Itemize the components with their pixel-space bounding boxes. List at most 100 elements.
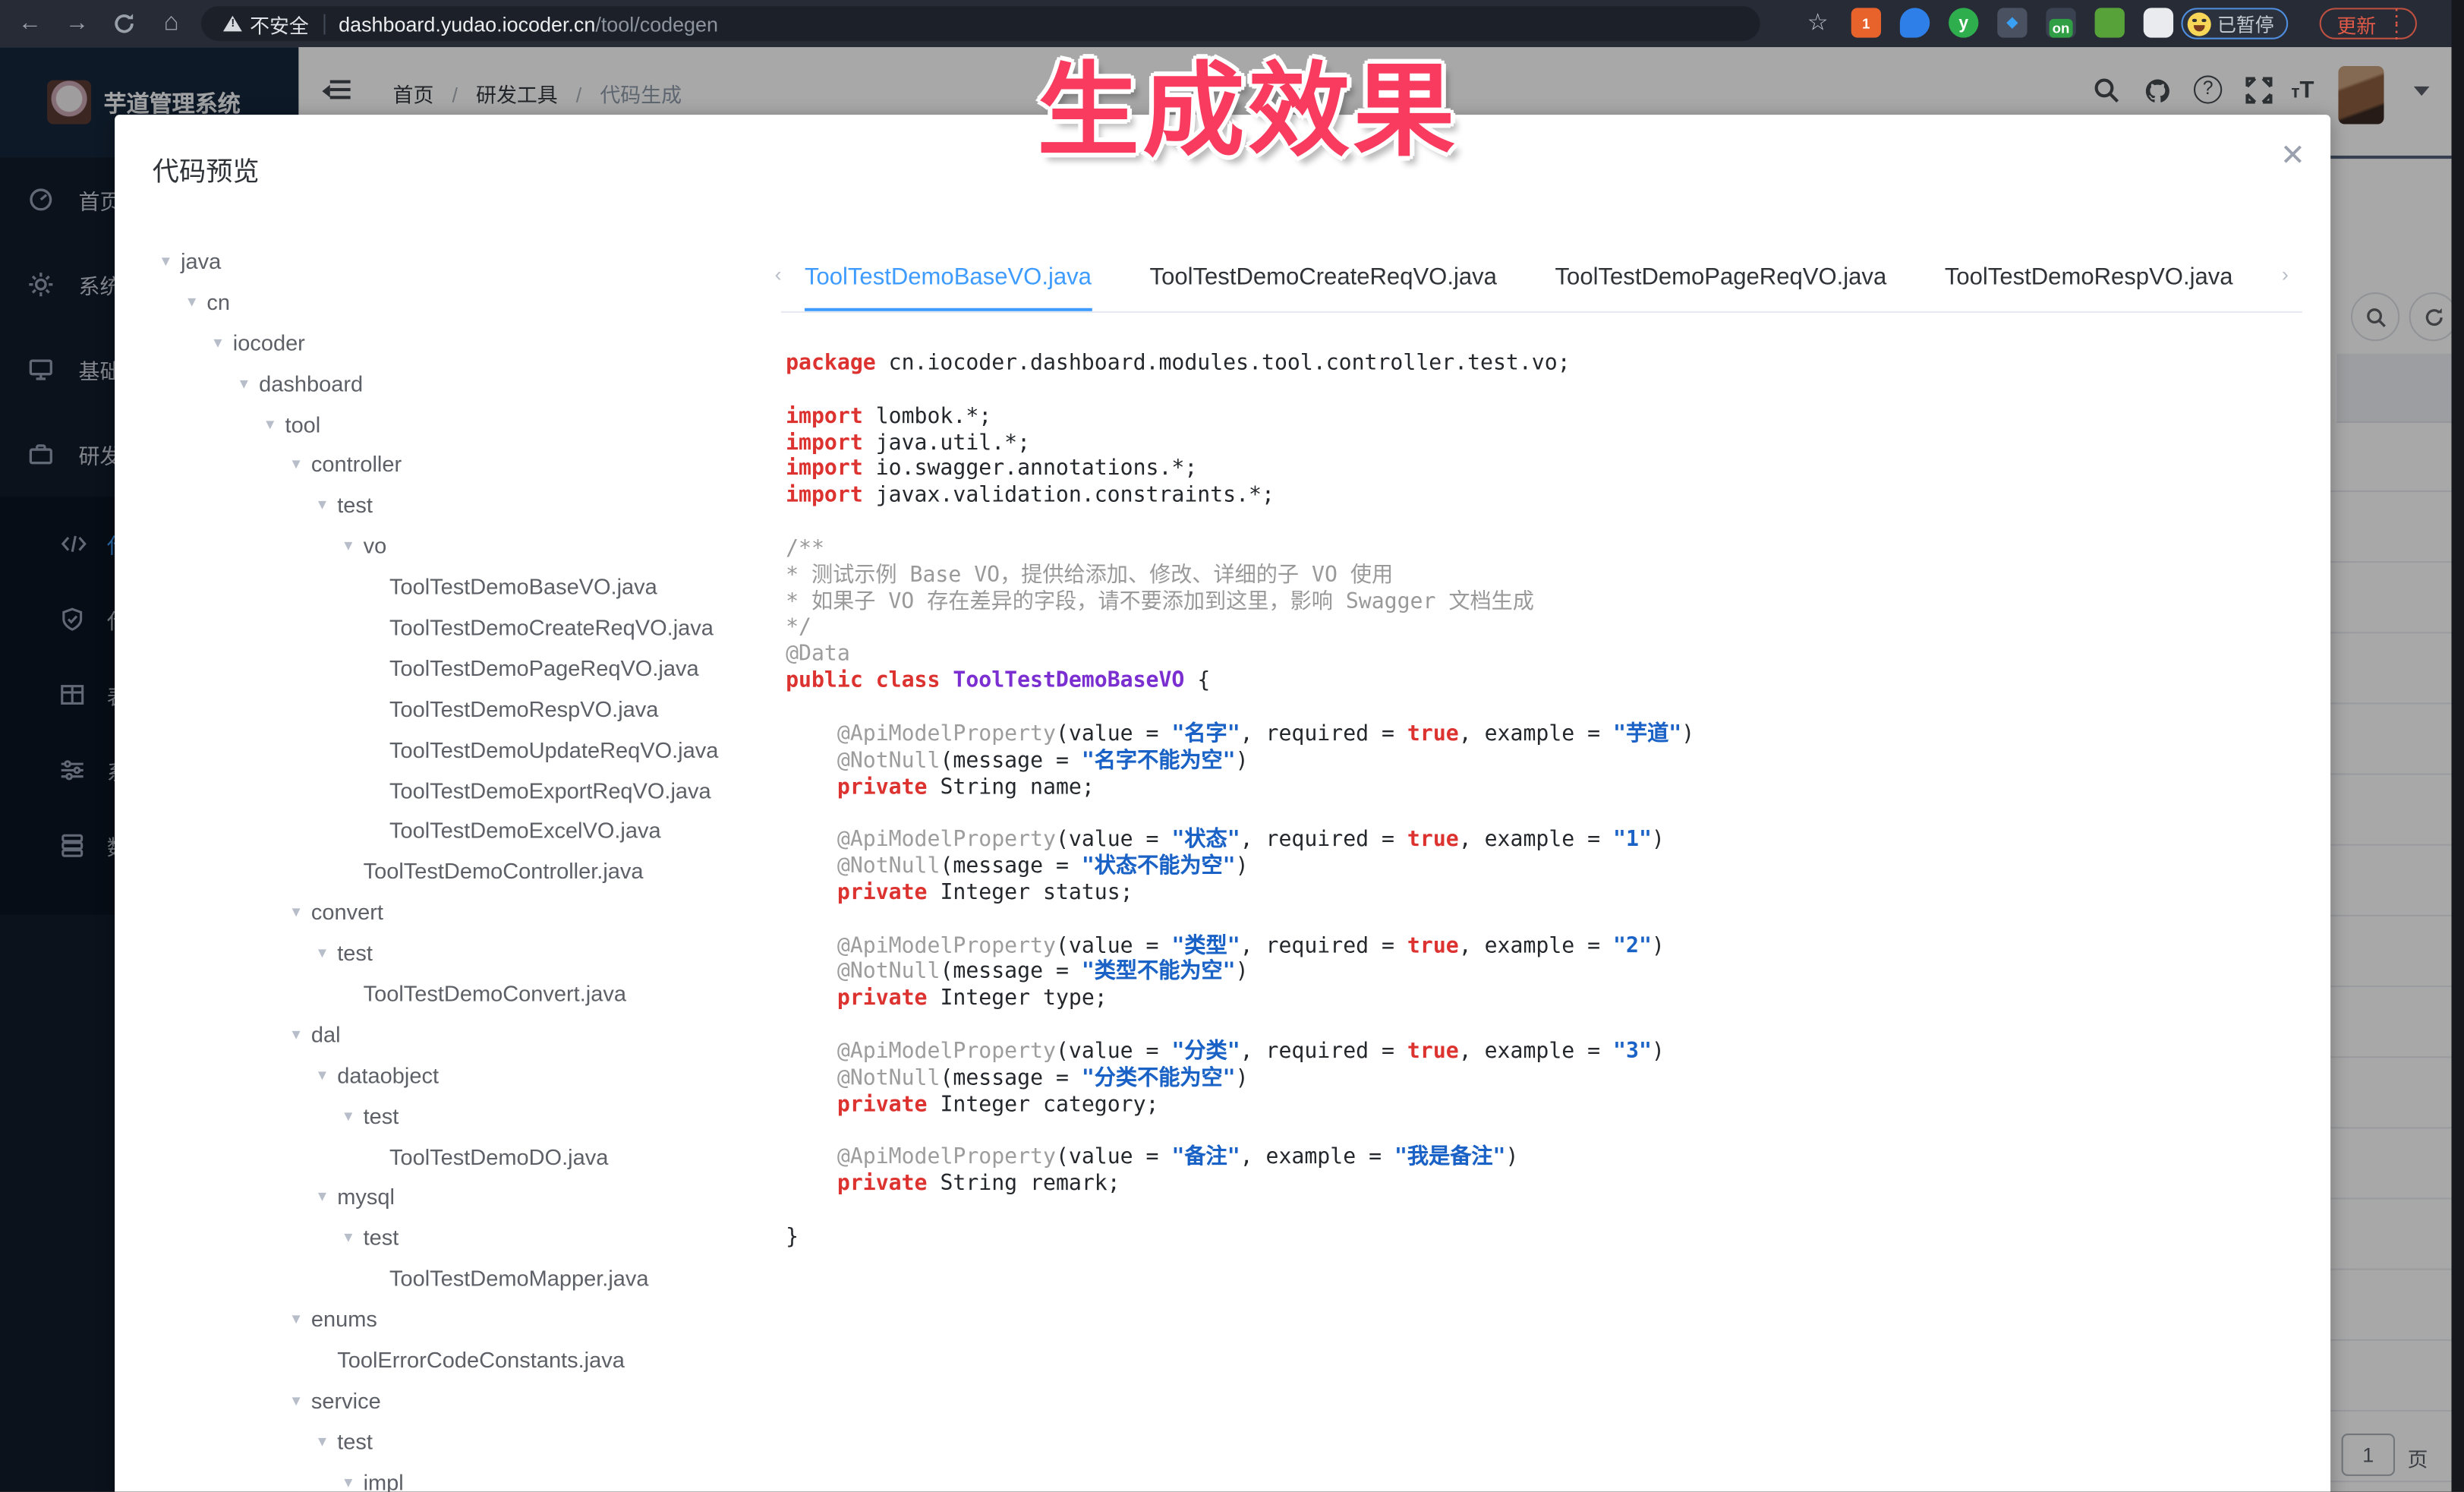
tree-folder-test[interactable]: ▼test <box>153 932 769 973</box>
caret-down-icon[interactable]: ▼ <box>289 1311 311 1327</box>
window-scrollbar[interactable] <box>2452 0 2464 1492</box>
code-line: private String remark; <box>786 1172 2302 1198</box>
caret-down-icon[interactable]: ▼ <box>211 334 233 350</box>
address-bar[interactable]: ! 不安全 dashboard.yudao.iocoder.cn/tool/co… <box>201 6 1760 41</box>
caret-down-icon[interactable]: ▼ <box>159 253 181 269</box>
tree-node-label: ToolTestDemoUpdateReqVO.java <box>389 737 718 762</box>
tabs-next-icon[interactable]: › <box>2282 263 2289 286</box>
tree-folder-dal[interactable]: ▼dal <box>153 1014 769 1055</box>
tree-node-label: convert <box>311 900 383 925</box>
tree-node-label: ToolTestDemoCreateReqVO.java <box>389 614 714 639</box>
code-line: @ApiModelProperty(value = "分类", required… <box>786 1039 2302 1065</box>
code-line: @Data <box>786 642 2302 668</box>
tree-folder-enums[interactable]: ▼enums <box>153 1298 769 1339</box>
tree-file-ToolTestDemoRespVO.java[interactable]: ToolTestDemoRespVO.java <box>153 688 769 729</box>
tree-node-label: ToolTestDemoBaseVO.java <box>389 574 657 599</box>
caret-down-icon[interactable]: ▼ <box>315 1067 337 1083</box>
not-secure-label[interactable]: 不安全 <box>250 8 309 38</box>
caret-down-icon[interactable]: ▼ <box>315 945 337 960</box>
tree-file-ToolTestDemoUpdateReqVO.java[interactable]: ToolTestDemoUpdateReqVO.java <box>153 729 769 770</box>
tree-node-label: test <box>337 940 373 965</box>
on-switch-extension-icon[interactable]: on <box>2046 8 2075 37</box>
tree-file-ToolTestDemoCreateReqVO.java[interactable]: ToolTestDemoCreateReqVO.java <box>153 607 769 648</box>
browser-home-icon[interactable]: ⌂ <box>154 0 189 47</box>
tree-folder-iocoder[interactable]: ▼iocoder <box>153 322 769 363</box>
tree-node-label: controller <box>311 452 402 477</box>
code-line: private Integer category; <box>786 1092 2302 1118</box>
browser-menu-icon[interactable]: ⋮⋮ <box>2387 8 2406 39</box>
tab-ToolTestDemoCreateReqVO.java[interactable]: ToolTestDemoCreateReqVO.java <box>1150 251 1497 311</box>
caret-down-icon[interactable]: ▼ <box>289 904 311 920</box>
dialog-close-icon[interactable]: ✕ <box>2280 141 2305 171</box>
tree-folder-controller[interactable]: ▼controller <box>153 444 769 485</box>
tree-folder-vo[interactable]: ▼vo <box>153 525 769 566</box>
code-line: @ApiModelProperty(value = "状态", required… <box>786 827 2302 853</box>
code-viewer[interactable]: package cn.iocoder.dashboard.modules.too… <box>786 351 2302 1492</box>
tree-folder-impl[interactable]: ▼impl <box>153 1462 769 1492</box>
tree-node-label: ToolTestDemoController.java <box>364 859 644 884</box>
code-line: */ <box>786 615 2302 642</box>
tree-file-ToolTestDemoController.java[interactable]: ToolTestDemoController.java <box>153 851 769 892</box>
tree-file-ToolTestDemoConvert.java[interactable]: ToolTestDemoConvert.java <box>153 973 769 1014</box>
caret-down-icon[interactable]: ▼ <box>289 1027 311 1043</box>
tree-node-label: ToolTestDemoPageReqVO.java <box>389 655 699 680</box>
tree-node-label: vo <box>364 533 387 558</box>
puzzle-extension-icon[interactable] <box>2144 8 2173 37</box>
caret-down-icon[interactable]: ▼ <box>289 456 311 472</box>
caret-down-icon[interactable]: ▼ <box>342 1230 364 1246</box>
caret-down-icon[interactable]: ▼ <box>237 375 259 391</box>
tree-folder-test[interactable]: ▼test <box>153 1217 769 1258</box>
tree-file-ToolTestDemoDO.java[interactable]: ToolTestDemoDO.java <box>153 1136 769 1177</box>
tree-folder-mysql[interactable]: ▼mysql <box>153 1177 769 1218</box>
tab-ToolTestDemoPageReqVO.java[interactable]: ToolTestDemoPageReqVO.java <box>1555 251 1887 311</box>
tree-folder-tool[interactable]: ▼tool <box>153 403 769 444</box>
caret-down-icon[interactable]: ▼ <box>342 538 364 554</box>
browser-reload-icon[interactable] <box>107 0 142 52</box>
caret-down-icon[interactable]: ▼ <box>315 1434 337 1449</box>
tabs-prev-icon[interactable]: ‹ <box>775 263 782 286</box>
orange-sync-extension-icon[interactable]: 1 <box>1851 8 1881 37</box>
tree-folder-test[interactable]: ▼test <box>153 484 769 525</box>
green-y-extension-icon[interactable]: y <box>1949 8 1978 37</box>
tree-file-ToolErrorCodeConstants.java[interactable]: ToolErrorCodeConstants.java <box>153 1339 769 1380</box>
tree-folder-dashboard[interactable]: ▼dashboard <box>153 363 769 404</box>
annotation-text: 生成效果 <box>1037 28 1458 176</box>
caret-down-icon[interactable]: ▼ <box>289 1393 311 1408</box>
caret-down-icon[interactable]: ▼ <box>184 294 206 310</box>
tree-folder-service[interactable]: ▼service <box>153 1380 769 1421</box>
sprout-extension-icon[interactable] <box>2095 8 2125 37</box>
tree-file-ToolTestDemoMapper.java[interactable]: ToolTestDemoMapper.java <box>153 1258 769 1299</box>
tree-file-ToolTestDemoBaseVO.java[interactable]: ToolTestDemoBaseVO.java <box>153 566 769 607</box>
tab-ToolTestDemoBaseVO.java[interactable]: ToolTestDemoBaseVO.java <box>805 251 1092 311</box>
browser-back-icon[interactable]: ← <box>13 0 48 47</box>
code-line: @ApiModelProperty(value = "名字", required… <box>786 721 2302 748</box>
browser-forward-icon[interactable]: → <box>60 0 95 47</box>
tree-folder-test[interactable]: ▼test <box>153 1095 769 1136</box>
tree-folder-dataobject[interactable]: ▼dataobject <box>153 1055 769 1096</box>
tree-folder-cn[interactable]: ▼cn <box>153 281 769 322</box>
tree-node-label: ToolTestDemoDO.java <box>389 1143 608 1169</box>
code-line <box>786 800 2302 827</box>
caret-down-icon[interactable]: ▼ <box>342 1108 364 1124</box>
bookmark-star-icon[interactable]: ☆ <box>1807 0 1829 47</box>
caret-down-icon[interactable]: ▼ <box>263 416 285 432</box>
tree-file-ToolTestDemoExcelVO.java[interactable]: ToolTestDemoExcelVO.java <box>153 810 769 851</box>
browser-update-button[interactable]: 更新 ⋮⋮ <box>2320 8 2417 39</box>
profile-paused-chip[interactable]: 已暂停 <box>2181 8 2288 39</box>
tree-file-ToolTestDemoExportReqVO.java[interactable]: ToolTestDemoExportReqVO.java <box>153 770 769 811</box>
code-line: import javax.validation.constraints.*; <box>786 483 2302 509</box>
tree-folder-convert[interactable]: ▼convert <box>153 891 769 932</box>
tab-ToolTestDemoRespVO.java[interactable]: ToolTestDemoRespVO.java <box>1945 251 2233 311</box>
caret-down-icon[interactable]: ▼ <box>342 1474 364 1490</box>
code-line <box>786 1118 2302 1145</box>
tree-node-label: mysql <box>337 1184 395 1210</box>
tree-file-ToolTestDemoPageReqVO.java[interactable]: ToolTestDemoPageReqVO.java <box>153 648 769 689</box>
blue-drop-extension-icon[interactable] <box>1900 8 1930 37</box>
tree-folder-java[interactable]: ▼java <box>153 241 769 282</box>
tree-folder-test[interactable]: ▼test <box>153 1421 769 1462</box>
caret-down-icon[interactable]: ▼ <box>315 1189 337 1205</box>
grid-diamond-extension-icon[interactable]: ◆ <box>1997 8 2027 37</box>
tree-node-label: dashboard <box>259 371 363 396</box>
tree-node-label: test <box>337 1428 373 1453</box>
caret-down-icon[interactable]: ▼ <box>315 497 337 513</box>
